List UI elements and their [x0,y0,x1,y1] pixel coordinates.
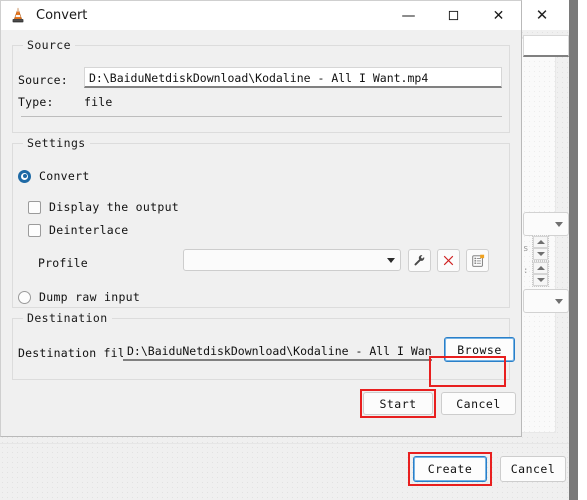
spinner-down-button[interactable] [533,248,548,260]
close-button[interactable]: ✕ [476,1,521,30]
radio-indicator [18,169,31,183]
spinner-up-button[interactable] [533,236,548,248]
dialog-cancel-button[interactable]: Cancel [441,392,516,415]
destination-groupbox: Destination Destination file: D:\BaiduNe… [12,311,515,380]
destination-file-label: Destination file: [18,346,140,360]
create-button[interactable]: Create [413,456,487,482]
profile-select[interactable] [183,249,401,271]
deinterlace-label: Deinterlace [49,223,129,237]
screen: ✕ s : Cancel [0,0,587,500]
background-hidden-field[interactable] [523,35,569,57]
settings-group-title: Settings [23,136,90,150]
background-window-close-icon[interactable]: ✕ [527,3,557,27]
background-hidden-text-2: : [523,266,529,276]
source-type-label: Type: [18,95,54,109]
spinner-up-button[interactable] [533,262,548,274]
maximize-button[interactable] [431,1,476,30]
chevron-down-icon [382,257,400,263]
chevron-down-icon [555,298,563,304]
dump-raw-input-radio[interactable]: Dump raw input [18,290,140,304]
edit-profile-button[interactable] [408,249,431,272]
triangle-up-icon [536,240,545,244]
source-path-input[interactable]: D:\BaiduNetdiskDownload\Kodaline - All I… [84,67,502,88]
background-hidden-text-1: s [523,244,529,254]
new-profile-button[interactable] [466,249,489,272]
source-group-title: Source [23,38,75,52]
delete-profile-button[interactable] [437,249,460,272]
convert-radio[interactable]: Convert [18,169,90,183]
display-output-checkbox[interactable]: Display the output [28,200,179,214]
destination-group-title: Destination [23,311,112,325]
deinterlace-checkbox[interactable]: Deinterlace [28,223,128,237]
bottom-cancel-button[interactable]: Cancel [500,456,566,482]
source-groupbox: Source Source: D:\BaiduNetdiskDownload\K… [12,38,510,133]
source-field-label: Source: [18,73,68,87]
profile-label: Profile [38,256,88,270]
start-button[interactable]: Start [363,392,433,415]
new-profile-icon [471,254,484,267]
dialog-window-controls: — ✕ [386,1,521,30]
destination-path-input[interactable]: D:\BaiduNetdiskDownload\Kodaline - All I… [123,340,432,361]
triangle-down-icon [536,278,545,282]
browse-button[interactable]: Browse [444,337,515,362]
checkbox-indicator [28,223,41,237]
dump-raw-input-label: Dump raw input [39,290,141,304]
vlc-cone-icon [9,7,27,25]
source-type-value: file [84,95,113,109]
minimize-button[interactable]: — [386,1,431,30]
maximize-icon [448,10,459,21]
background-hidden-spinner-1[interactable] [532,235,549,261]
divider [21,116,502,117]
background-hidden-combo-1[interactable] [523,212,569,236]
divider [0,443,569,444]
display-output-label: Display the output [49,200,180,214]
radio-indicator [18,290,31,304]
red-x-icon [443,255,454,266]
triangle-up-icon [536,266,545,270]
dialog-body: Source Source: D:\BaiduNetdiskDownload\K… [1,30,521,436]
convert-radio-label: Convert [39,169,90,183]
settings-groupbox: Settings Convert Display the output Dein… [12,136,510,308]
triangle-down-icon [536,252,545,256]
background-hidden-combo-2[interactable] [523,289,569,313]
convert-dialog: Convert — ✕ Source Source: D:\BaiduNetdi… [0,0,522,437]
chevron-down-icon [555,221,563,227]
wrench-icon [414,255,425,266]
background-hidden-spinner-2[interactable] [532,261,549,287]
checkbox-indicator [28,200,41,214]
spinner-down-button[interactable] [533,274,548,286]
dialog-titlebar: Convert — ✕ [1,1,521,30]
dialog-title: Convert [36,8,88,23]
